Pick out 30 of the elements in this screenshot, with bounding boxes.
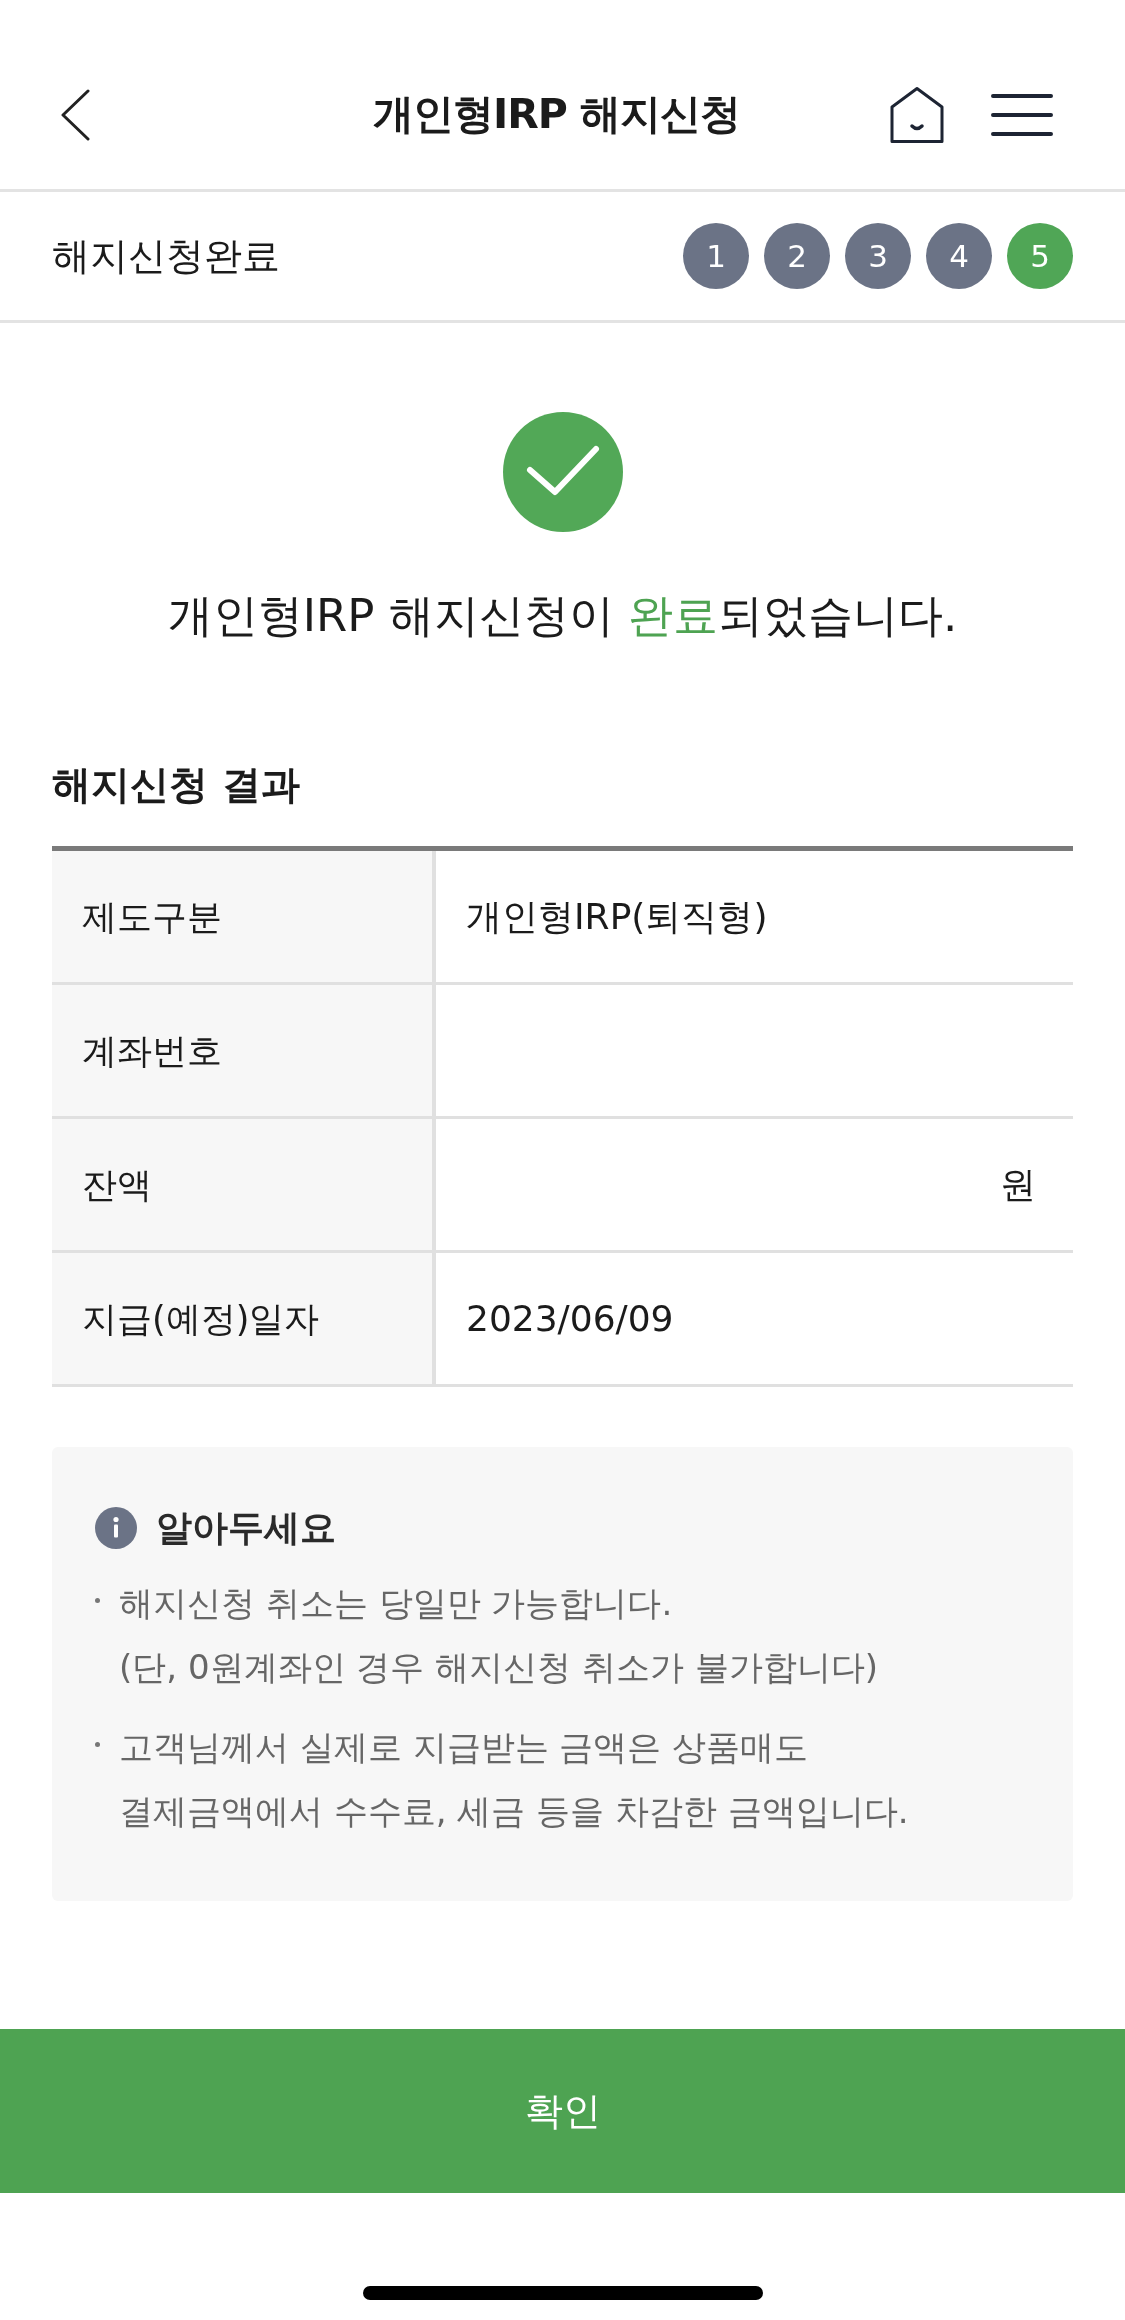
menu-button[interactable] xyxy=(991,92,1053,137)
field-label: 잔액 xyxy=(52,1119,436,1251)
notice-text: 해지신청 취소는 당일만 가능합니다. (단, 0원계좌인 경우 해지신청 취소가 불가합니다) xyxy=(119,1582,878,1690)
page-title: 개인형IRP 해지신청 xyxy=(372,89,741,140)
field-label: 제도구분 xyxy=(52,851,436,983)
notice-text: 고객님께서 실제로 지급받는 금액은 상품매도 결제금액에서 수수료, 세금 등을 차감한 금액입니다. xyxy=(119,1726,909,1834)
step-title: 해지신청완료 xyxy=(52,232,280,280)
field-label: 지급(예정)일자 xyxy=(52,1253,436,1385)
field-value: 2023/06/09 xyxy=(466,1296,674,1341)
step-indicator: 2 xyxy=(764,223,830,289)
check-circle-icon xyxy=(502,412,623,532)
notice-title: 알아두세요 xyxy=(156,1506,336,1551)
home-button[interactable] xyxy=(889,85,945,144)
home-icon xyxy=(889,85,945,144)
completion-message: 개인형IRP 해지신청이 완료되었습니다. xyxy=(167,588,958,644)
currency-unit: 원 xyxy=(1000,1162,1036,1207)
step-indicator: 5 xyxy=(1007,223,1073,289)
back-button[interactable] xyxy=(60,88,90,141)
field-value: 개인형IRP(퇴직형) xyxy=(466,894,768,939)
field-label: 계좌번호 xyxy=(52,985,436,1117)
bullet-icon xyxy=(95,1742,100,1748)
step-indicator: 1 xyxy=(683,223,749,289)
section-title: 해지신청 결과 xyxy=(52,761,300,809)
step-indicator: 3 xyxy=(845,223,911,289)
chevron-left-icon xyxy=(60,88,90,141)
info-icon xyxy=(95,1507,137,1550)
confirm-button[interactable]: 확인 xyxy=(0,2029,1125,2193)
menu-icon xyxy=(991,92,1053,137)
bullet-icon xyxy=(95,1598,100,1604)
step-indicator: 4 xyxy=(926,223,992,289)
